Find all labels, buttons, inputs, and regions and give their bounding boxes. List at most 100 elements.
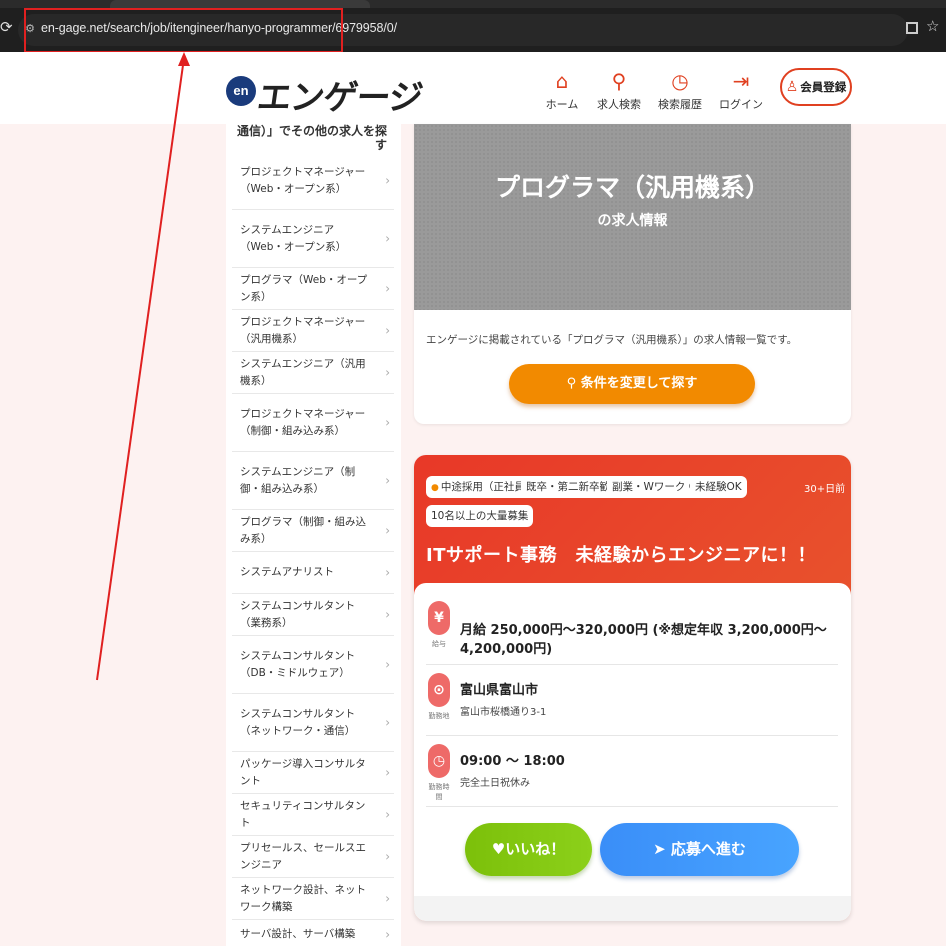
sidebar-item[interactable]: システムエンジニア（Web・オープン系） › [232,210,394,268]
sidebar-item[interactable]: プロジェクトマネージャー（Web・オープン系） › [232,152,394,210]
sidebar-item[interactable]: プログラマ（Web・オープン系） › [232,268,394,310]
apply-button[interactable]: ➤ 応募へ進む [600,823,799,876]
chevron-right-icon: › [385,657,390,671]
hours-caption: 勤務時間 [428,783,450,801]
chevron-right-icon: › [385,323,390,337]
nav-search-history-label: 検索履歴 [658,98,702,111]
sidebar-item-label: プログラマ（Web・オープン系） [240,273,368,303]
like-button[interactable]: ♥いいね！ [465,823,592,876]
tag-no-experience-ok: 未経験OK [690,476,747,498]
sidebar-item-label: システムエンジニア（汎用機系） [240,357,366,387]
sidebar-item[interactable]: プロジェクトマネージャー（制御・組み込み系） › [232,394,394,452]
sidebar-item[interactable]: ネットワーク設計、ネットワーク構築 › [232,878,394,920]
login-icon: ⇥ [732,69,750,93]
logo-mark[interactable]: en [226,76,256,106]
sidebar-item[interactable]: システムコンサルタント（業務系） › [232,594,394,636]
nav-login[interactable]: ⇥ ログイン [711,68,771,112]
chevron-right-icon: › [385,231,390,245]
like-label: いいね！ [505,840,566,858]
sidebar-item[interactable]: セキュリティコンサルタント › [232,794,394,836]
add-user-icon: ♙ [785,79,799,95]
category-description: エンゲージに掲載されている「プログラマ（汎用機系）」の求人情報一覧です。 [426,334,798,346]
chevron-right-icon: › [385,927,390,941]
hours-holidays: 完全土日祝休み [460,778,530,789]
map-pin-icon: ⊙ [428,673,450,707]
star-icon[interactable]: ☆ [926,17,939,35]
yen-icon: ¥ [428,601,450,635]
sidebar-item-label: パッケージ導入コンサルタント [240,757,366,787]
search-icon: ⚲ [611,69,627,93]
sidebar-item[interactable]: プリセールス、セールスエンジニア › [232,836,394,878]
sidebar-item[interactable]: システムエンジニア（汎用機系） › [232,352,394,394]
location-city: 富山県富山市 [460,683,539,698]
annotation-arrow-line [96,57,185,681]
register-button[interactable]: ♙ 会員登録 [780,68,852,106]
sidebar-item[interactable]: プログラマ（制御・組み込み系） › [232,510,394,552]
register-label: 会員登録 [800,80,847,94]
send-icon: ➤ [653,840,671,858]
sidebar-item[interactable]: パッケージ導入コンサルタント › [232,752,394,794]
sidebar-item-label: システムエンジニア（Web・オープン系） [240,223,347,253]
sidebar-item[interactable]: システムアナリスト › [232,552,394,594]
change-conditions-button[interactable]: ⚲ 条件を変更して探す [509,364,755,404]
sidebar-item-label: システムコンサルタント（DB・ミドルウェア） [240,649,356,679]
tab-strip [0,0,946,8]
nav-job-search[interactable]: ⚲ 求人検索 [589,68,649,112]
nav-home-label: ホーム [545,98,579,111]
sidebar-item[interactable]: サーバ設計、サーバ構築 › [232,920,394,946]
job-title[interactable]: ITサポート事務 未経験からエンジニアに！！ [426,541,816,567]
sidebar-item-label: プロジェクトマネージャー（Web・オープン系） [240,165,366,195]
sidebar-item-label: システムアナリスト [240,566,334,578]
sidebar-item-label: プリセールス、セールスエンジニア [240,841,366,871]
job-card-footer [414,896,851,921]
chevron-right-icon: › [385,849,390,863]
sidebar-item-label: プロジェクトマネージャー（汎用機系） [240,315,366,345]
history-icon: ◷ [671,69,689,93]
sidebar-item-label: プロジェクトマネージャー（制御・組み込み系） [240,407,366,437]
nav-home[interactable]: ⌂ ホーム [532,68,592,112]
category-card: プログラマ（汎用機系） の求人情報 エンゲージに掲載されている「プログラマ（汎用… [414,124,851,424]
home-icon: ⌂ [555,69,569,93]
chevron-right-icon: › [385,415,390,429]
sidebar-item-label: サーバ設計、サーバ構築 [240,928,356,940]
url-highlight-box [24,8,343,53]
chevron-right-icon: › [385,523,390,537]
heart-icon: ♥ [491,840,506,858]
change-conditions-label: 条件を変更して探す [580,376,698,391]
category-title: プログラマ（汎用機系） [494,173,770,202]
salary-text: 月給 250,000円～320,000円 (※想定年収 3,200,000円～4… [460,623,827,657]
sidebar-item[interactable]: システムエンジニア（制御・組み込み系） › [232,452,394,510]
sidebar-item-label: ネットワーク設計、ネットワーク構築 [240,883,366,913]
sidebar-item-label: プログラマ（制御・組み込み系） [240,515,366,545]
location-address: 富山市桜橋通り3-1 [460,707,547,718]
nav-search-history[interactable]: ◷ 検索履歴 [650,68,710,112]
search-icon: ⚲ [566,376,581,391]
nav-login-label: ログイン [719,98,763,111]
chevron-right-icon: › [385,281,390,295]
chevron-right-icon: › [385,891,390,905]
sidebar-item-label: システムコンサルタント（ネットワーク・通信） [240,707,356,737]
badge-icon: ● [431,483,439,493]
salary-row: ¥ 給与 月給 250,000円～320,000円 (※想定年収 3,200,0… [426,595,838,665]
sidebar-item-label: システムコンサルタント（業務系） [240,599,356,629]
sidebar-item[interactable]: システムコンサルタント（DB・ミドルウェア） › [232,636,394,694]
sidebar-item[interactable]: プロジェクトマネージャー（汎用機系） › [232,310,394,352]
reload-icon[interactable]: ⟳ [0,18,13,36]
tag-mass-hiring: 10名以上の大量募集 [426,505,534,527]
qr-code-icon[interactable] [906,22,918,34]
clock-icon: ◷ [428,744,450,778]
chevron-right-icon: › [385,807,390,821]
logo-text[interactable]: エンゲージ [255,70,426,119]
location-caption: 勤務地 [428,712,450,720]
chevron-right-icon: › [385,715,390,729]
sidebar-heading: 通信）」でその他の求人を探す [236,124,387,152]
chevron-right-icon: › [385,473,390,487]
sidebar-item[interactable]: システムコンサルタント（ネットワーク・通信） › [232,694,394,752]
sidebar-item-label: セキュリティコンサルタント [240,799,366,829]
posted-date: 30+日前 [804,484,846,495]
chevron-right-icon: › [385,765,390,779]
active-tab[interactable] [110,0,370,8]
chevron-right-icon: › [385,607,390,621]
hours-time: 09:00 ～ 18:00 [460,754,565,769]
location-row: ⊙ 勤務地 富山県富山市 富山市桜橋通り3-1 [426,665,838,736]
